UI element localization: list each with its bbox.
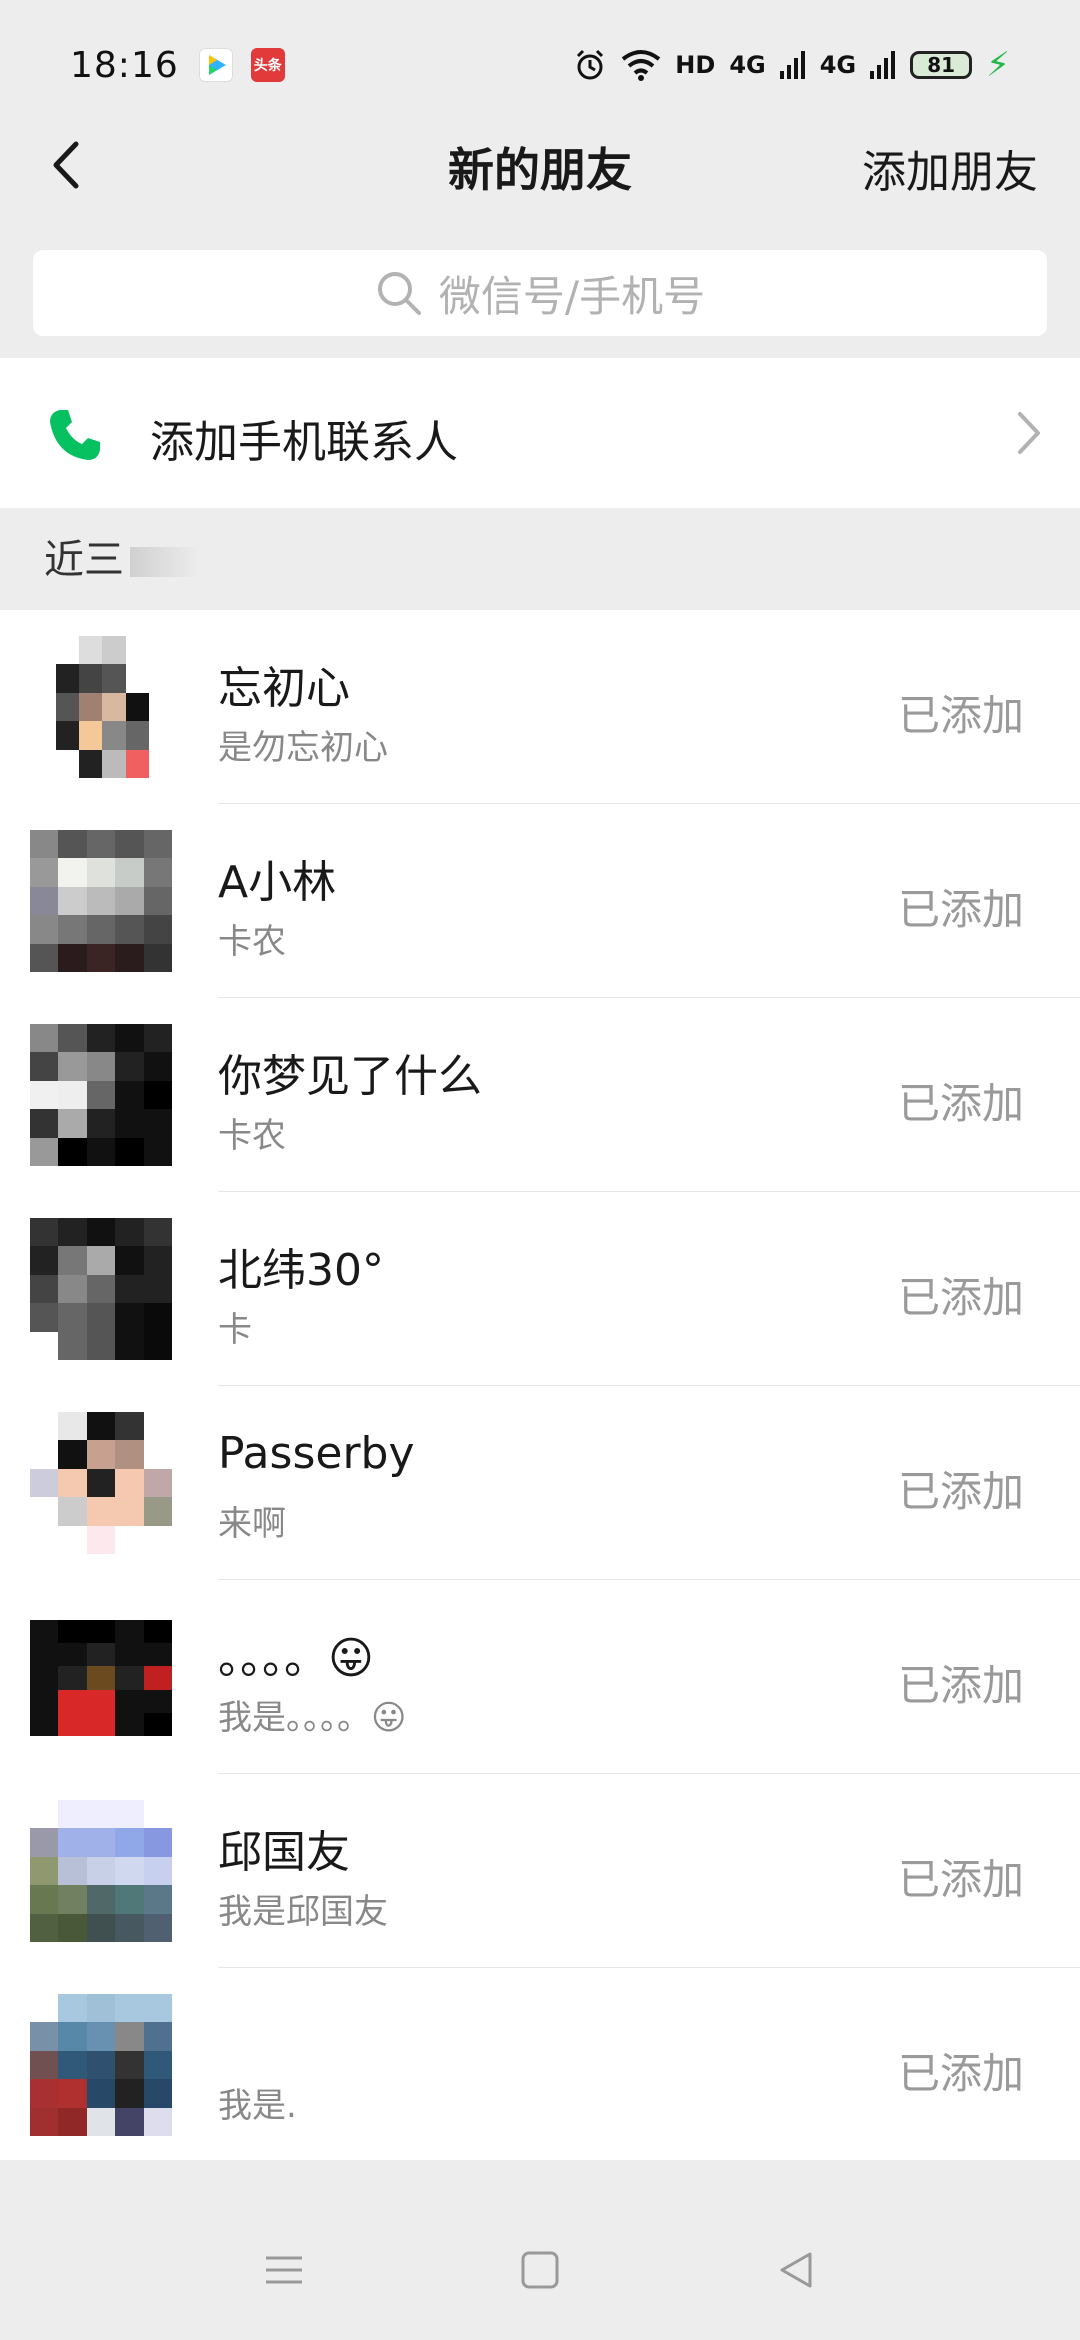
friend-message: 来啊 [218,1504,286,1544]
add-phone-contacts-label: 添加手机联系人 [150,417,458,468]
list-item[interactable]: 邱国友 我是邱国友 已添加 [0,1774,1080,1968]
added-status: 已添加 [897,1467,1024,1516]
search-placeholder: 微信号/手机号 [438,271,706,321]
avatar [30,1994,172,2136]
friend-message: 卡农 [218,922,286,962]
friend-name: Passerby [218,1428,415,1479]
search-icon [377,272,421,315]
chevron-right-icon [1018,412,1040,454]
friend-request-list: 忘初心 是勿忘初心 已添加 A小林 卡农 已添加 你梦见了什么 卡农 已添加 北… [0,610,1080,2160]
list-item[interactable]: 你梦见了什么 卡农 已添加 [0,998,1080,1192]
hd-label: HD [675,51,716,79]
friend-name: 忘初心 [218,663,350,714]
list-item[interactable]: A小林 卡农 已添加 [0,804,1080,998]
friend-message: 卡 [218,1310,252,1350]
system-nav-bar [0,2200,1080,2340]
home-icon[interactable] [518,2248,562,2292]
friend-message: 卡农 [218,1116,286,1156]
nav-bar: 新的朋友 添加朋友 [0,120,1080,210]
added-status: 已添加 [897,691,1024,740]
avatar [30,1218,172,1360]
avatar [30,830,172,972]
add-friend-button[interactable]: 添加朋友 [862,136,1038,200]
added-status: 已添加 [897,2049,1024,2098]
friend-name: 。。。。😛 [218,1633,374,1684]
menu-icon[interactable] [262,2248,306,2292]
friend-name: A小林 [218,857,337,908]
signal-1-label: 4G [729,51,766,79]
status-bar: 18:16 头条 HD 4G 4G 81 ⚡ [0,0,1080,130]
avatar [30,1620,172,1736]
added-status: 已添加 [897,1079,1024,1128]
list-item[interactable]: Passerby 来啊 已添加 [0,1386,1080,1580]
list-item[interactable]: 忘初心 是勿忘初心 已添加 [0,610,1080,804]
signal-2-label: 4G [819,51,857,79]
section-header-recent: 近三 [0,510,1080,610]
status-icons: HD 4G 4G 81 ⚡ [573,45,1010,85]
friend-message: 是勿忘初心 [218,728,388,768]
search-input[interactable]: 微信号/手机号 [33,250,1047,336]
friend-name: 北纬30° [218,1245,384,1296]
added-status: 已添加 [897,1661,1024,1710]
status-time: 18:16 [70,44,179,86]
section-label: 近三 [44,537,124,583]
charging-icon: ⚡ [986,45,1010,85]
avatar [30,1412,172,1554]
friend-message: 我是。。。。😛 [218,1698,407,1738]
wifi-icon [622,50,661,81]
avatar [56,636,172,778]
list-item[interactable]: 北纬30° 卡 已添加 [0,1192,1080,1386]
added-status: 已添加 [897,885,1024,934]
video-app-icon [198,48,233,82]
friend-name: 你梦见了什么 [218,1051,482,1102]
news-app-icon: 头条 [250,48,285,82]
friend-message: 我是邱国友 [218,1892,388,1932]
signal-bars-icon [779,51,805,79]
phone-icon [50,410,100,460]
avatar [30,1024,172,1166]
added-status: 已添加 [897,1273,1024,1322]
list-item[interactable]: 。。。。😛 我是。。。。😛 已添加 [0,1580,1080,1774]
avatar [30,1800,172,1942]
added-status: 已添加 [897,1855,1024,1904]
battery-icon: 81 [910,51,973,79]
list-item[interactable]: 我是. 已添加 [0,1968,1080,2162]
alarm-icon [577,49,604,80]
friend-name: 邱国友 [218,1827,350,1878]
back-triangle-icon[interactable] [774,2248,818,2292]
friend-message: 我是. [218,2086,297,2126]
add-phone-contacts-row[interactable]: 添加手机联系人 [0,358,1080,508]
signal-bars-2-icon [870,51,896,79]
blurred-text [130,547,200,577]
